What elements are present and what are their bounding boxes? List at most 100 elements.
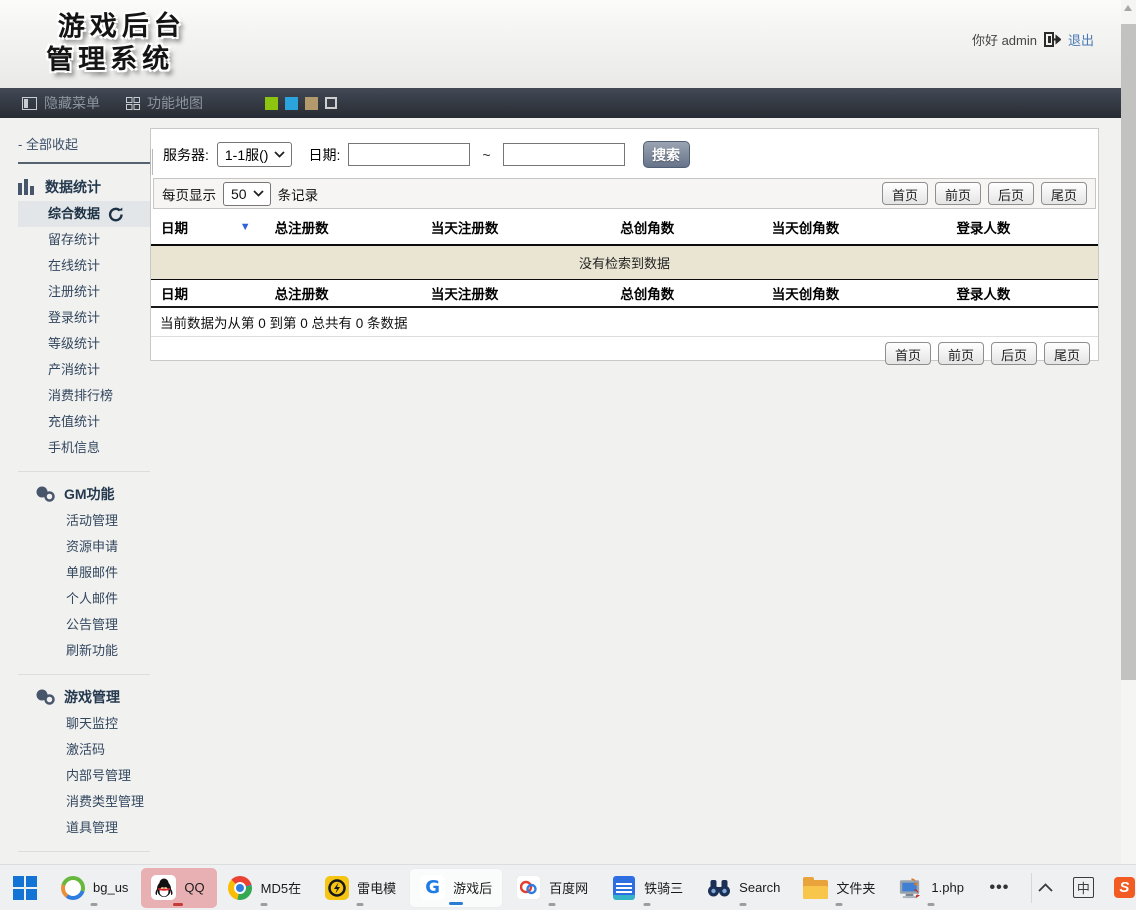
page-button-后页[interactable]: 后页 <box>991 342 1037 365</box>
taskbar-app-baidu-browser[interactable]: bg_us <box>50 868 138 908</box>
sidebar-item-产消统计[interactable]: 产消统计 <box>0 357 150 383</box>
taskbar-app-chrome-md5[interactable]: MD5在 <box>218 868 311 908</box>
taskbar-app-editplus-php[interactable]: 1.php <box>888 868 974 908</box>
page-button-前页[interactable]: 前页 <box>935 182 981 205</box>
server-select[interactable]: 1-1服() <box>217 142 293 167</box>
sidebar-item-注册统计[interactable]: 注册统计 <box>0 279 150 305</box>
sidebar-section-title[interactable]: 游戏管理 <box>18 687 150 707</box>
sogou-icon[interactable]: S <box>1114 877 1135 898</box>
ellipsis-icon: ••• <box>987 875 1012 900</box>
column-header-label: 当天注册数 <box>431 217 499 237</box>
column-header-总创角数[interactable]: 总创角数 <box>610 283 762 303</box>
no-data-row: 没有检索到数据 <box>151 246 1098 280</box>
page-button-后页[interactable]: 后页 <box>988 182 1034 205</box>
sidebar-item-单服邮件[interactable]: 单服邮件 <box>18 560 150 586</box>
column-header-当天创角数[interactable]: 当天创角数 <box>762 283 947 303</box>
sidebar-item-内部号管理[interactable]: 内部号管理 <box>18 763 150 789</box>
sidebar-item-label: 单服邮件 <box>66 565 118 580</box>
sidebar-section-title[interactable]: GM功能 <box>18 484 150 504</box>
column-header-当天注册数[interactable]: 当天注册数 <box>421 283 610 303</box>
search-button[interactable]: 搜索 <box>643 141 690 168</box>
column-header-日期[interactable]: 日期 <box>151 283 265 303</box>
page-button-首页[interactable]: 首页 <box>885 342 931 365</box>
sidebar-item-个人邮件[interactable]: 个人邮件 <box>18 586 150 612</box>
taskbar-app-qq[interactable]: QQ <box>141 868 214 908</box>
notepad-icon <box>611 875 636 900</box>
app-header: 游戏后台 管理系统 你好 admin 退出 <box>0 0 1136 88</box>
taskbar-app-search-tool[interactable]: Search <box>696 868 790 908</box>
pagination-bottom: 首页前页后页尾页 <box>885 342 1090 365</box>
running-indicator <box>740 903 747 906</box>
perpage-suffix: 条记录 <box>278 184 319 204</box>
running-indicator <box>91 903 98 906</box>
sort-desc-icon[interactable]: ▼ <box>240 221 251 233</box>
color-swatch-2[interactable] <box>285 97 298 110</box>
circles-icon <box>36 689 55 705</box>
chevron-up-icon[interactable] <box>1038 883 1053 892</box>
column-header-当天创角数[interactable]: 当天创角数 <box>762 217 947 237</box>
taskbar-app-label: 1.php <box>931 880 964 895</box>
date-end-input[interactable] <box>503 143 625 166</box>
taskbar-app-ldplayer[interactable]: 雷电模 <box>314 868 406 908</box>
chevron-down-icon <box>274 151 285 158</box>
sidebar-item-label: 充值统计 <box>48 414 100 429</box>
sidebar-item-消费排行榜[interactable]: 消费排行榜 <box>0 383 150 409</box>
sidebar-item-刷新功能[interactable]: 刷新功能 <box>18 638 150 664</box>
sidebar-item-在线统计[interactable]: 在线统计 <box>0 253 150 279</box>
column-header-登录人数[interactable]: 登录人数 <box>946 283 1098 303</box>
scroll-up-arrow-icon[interactable] <box>1124 5 1132 11</box>
taskbar-app-start-button[interactable] <box>2 868 47 908</box>
sidebar-item-聊天监控[interactable]: 聊天监控 <box>18 711 150 737</box>
sidebar-item-综合数据[interactable]: 综合数据 <box>18 201 150 227</box>
refresh-icon[interactable] <box>108 207 124 222</box>
page-button-尾页[interactable]: 尾页 <box>1044 342 1090 365</box>
column-header-总注册数[interactable]: 总注册数 <box>265 217 421 237</box>
column-header-日期[interactable]: 日期▼ <box>151 217 265 237</box>
taskbar-app-baidu-netdisk[interactable]: 百度网 <box>506 868 598 908</box>
page-button-尾页[interactable]: 尾页 <box>1041 182 1087 205</box>
sidebar-item-留存统计[interactable]: 留存统计 <box>0 227 150 253</box>
sidebar-item-手机信息[interactable]: 手机信息 <box>0 435 150 461</box>
function-map-button[interactable]: 功能地图 <box>126 93 203 113</box>
sidebar-section-title[interactable]: 数据统计 <box>0 177 150 197</box>
taskbar-app-tieqi-notepad[interactable]: 铁骑三 <box>601 868 693 908</box>
column-header-登录人数[interactable]: 登录人数 <box>946 217 1098 237</box>
scrollbar-thumb[interactable] <box>1121 24 1136 680</box>
sidebar-item-label: 内部号管理 <box>66 768 131 783</box>
sidebar-section-1: 数据统计综合数据留存统计在线统计注册统计登录统计等级统计产消统计消费排行榜充值统… <box>0 177 150 461</box>
page-scrollbar[interactable] <box>1121 0 1136 864</box>
column-header-当天注册数[interactable]: 当天注册数 <box>421 217 610 237</box>
sidebar-item-公告管理[interactable]: 公告管理 <box>18 612 150 638</box>
bar-chart-icon <box>18 179 36 195</box>
sidebar-section-label: 游戏管理 <box>64 687 120 707</box>
sidebar-item-资源申请[interactable]: 资源申请 <box>18 534 150 560</box>
color-swatch-1[interactable] <box>265 97 278 110</box>
taskbar-app-overflow[interactable]: ••• <box>977 868 1022 908</box>
column-header-总创角数[interactable]: 总创角数 <box>610 217 762 237</box>
date-start-input[interactable] <box>348 143 470 166</box>
app-logo: 游戏后台 管理系统 <box>46 9 187 76</box>
taskbar-app-game-admin-browser[interactable]: G游戏后 <box>409 868 503 908</box>
hide-menu-button[interactable]: 隐藏菜单 <box>22 93 100 113</box>
sidebar-item-道具管理[interactable]: 道具管理 <box>18 815 150 841</box>
sidebar-item-等级统计[interactable]: 等级统计 <box>0 331 150 357</box>
sidebar-item-登录统计[interactable]: 登录统计 <box>0 305 150 331</box>
table-header-row: 日期▼总注册数当天注册数 总创角数当天创角数登录人数 <box>151 209 1098 246</box>
sidebar-item-活动管理[interactable]: 活动管理 <box>18 508 150 534</box>
ime-zh-icon[interactable]: 中 <box>1073 877 1094 898</box>
taskbar-app-folder-window[interactable]: 文件夹 <box>793 868 885 908</box>
sidebar-item-消费类型管理[interactable]: 消费类型管理 <box>18 789 150 815</box>
color-swatch-4[interactable] <box>325 97 337 109</box>
page-button-首页[interactable]: 首页 <box>882 182 928 205</box>
logout-link[interactable]: 退出 <box>1068 30 1094 49</box>
color-swatch-3[interactable] <box>305 97 318 110</box>
perpage-select[interactable]: 50 <box>223 182 271 206</box>
column-header-label: 登录人数 <box>956 287 1010 302</box>
sidebar-item-激活码[interactable]: 激活码 <box>18 737 150 763</box>
panel-collapse-handle[interactable] <box>150 149 153 175</box>
taskbar-app-label: 文件夹 <box>836 878 875 897</box>
sidebar-item-充值统计[interactable]: 充值统计 <box>0 409 150 435</box>
page-button-前页[interactable]: 前页 <box>938 342 984 365</box>
column-header-总注册数[interactable]: 总注册数 <box>265 283 421 303</box>
collapse-all-button[interactable]: - 全部收起 <box>18 134 150 164</box>
